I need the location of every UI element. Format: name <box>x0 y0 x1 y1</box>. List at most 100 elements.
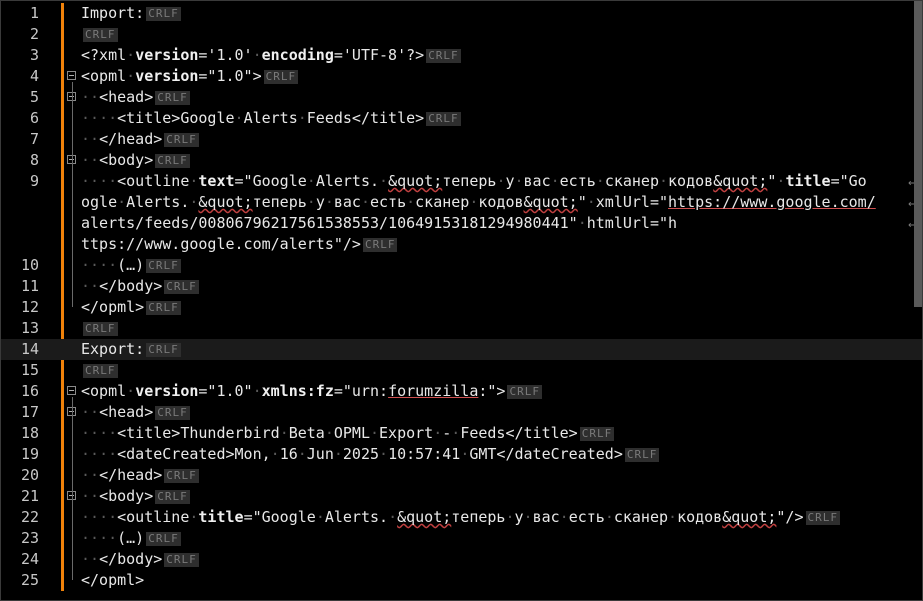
eol-marker: CRLF <box>426 112 461 126</box>
code-line[interactable]: 17 ··<head> CRLF <box>1 402 922 423</box>
code-text: ··<head> CRLF <box>81 403 190 421</box>
line-number: 24 <box>20 550 39 568</box>
code-line[interactable]: 5 ··<head> CRLF <box>1 87 922 108</box>
line-number: 5 <box>29 88 39 106</box>
eol-marker: CRLF <box>155 91 190 105</box>
fold-toggle-icon[interactable] <box>67 386 76 395</box>
line-number: 12 <box>20 298 39 316</box>
line-number: 22 <box>20 508 39 526</box>
line-number: 7 <box>29 130 39 148</box>
fold-guide <box>72 397 73 580</box>
code-line[interactable]: ogle·Alerts.·&quot;теперь·у·вас·есть·ска… <box>1 192 922 213</box>
code-text: ····(…) CRLF <box>81 256 181 274</box>
line-number: 11 <box>20 277 39 295</box>
eol-marker: CRLF <box>83 28 118 42</box>
line-number: 1 <box>29 4 39 22</box>
code-line[interactable]: ttps://www.google.com/alerts"/> CRLF <box>1 234 922 255</box>
code-text: CRLF <box>81 24 902 45</box>
line-number: 8 <box>29 151 39 169</box>
code-line[interactable]: 25 </opml> <box>1 570 922 591</box>
code-text: </opml> <box>81 571 145 589</box>
line-number: 19 <box>20 445 39 463</box>
code-line[interactable]: 15 CRLF <box>1 360 922 381</box>
line-number: 10 <box>20 256 39 274</box>
line-number: 21 <box>20 487 39 505</box>
line-number: 13 <box>20 319 39 337</box>
eol-marker: CRLF <box>146 301 181 315</box>
code-line[interactable]: 21 ··<body> CRLF <box>1 486 922 507</box>
code-line[interactable]: 4 <opml·version="1.0"> CRLF <box>1 66 922 87</box>
fold-toggle-icon[interactable] <box>67 71 76 80</box>
code-line[interactable]: 2 CRLF <box>1 24 922 45</box>
eol-marker: CRLF <box>164 469 199 483</box>
code-text: ····<outline·text="Google·Alerts.·&quot;… <box>81 172 867 190</box>
text-editor[interactable]: 1 Import: CRLF 2 CRLF 3 <?xml·version='1.0'·en… <box>0 0 923 601</box>
code-text: ··<body> CRLF <box>81 151 190 169</box>
eol-marker: CRLF <box>146 532 181 546</box>
code-text: <opml·version="1.0"> CRLF <box>81 67 299 85</box>
code-line[interactable]: 10 ····(…) CRLF <box>1 255 922 276</box>
code-line[interactable]: 20 ··</head> CRLF <box>1 465 922 486</box>
code-text: ····<title>Google·Alerts·Feeds</title> CR… <box>81 109 461 127</box>
eol-marker: CRLF <box>624 448 660 462</box>
code-line[interactable]: 9 ····<outline·text="Google·Alerts.·&quot… <box>1 171 922 192</box>
eol-marker: CRLF <box>146 259 181 273</box>
code-line[interactable]: 18 ····<title>Thunderbird·Beta·OPML·Expor… <box>1 423 922 444</box>
code-text: ··<head> CRLF <box>81 88 190 106</box>
code-line[interactable]: 16 <opml·version="1.0"·xmlns:fz="urn:foru… <box>1 381 922 402</box>
code-text: ····<outline·title="Google·Alerts.·&quot… <box>81 508 840 526</box>
eol-marker: CRLF <box>83 322 118 336</box>
code-line[interactable]: 8 ··<body> CRLF <box>1 150 922 171</box>
code-text: <?xml·version='1.0'·encoding='UTF-8'?> CR… <box>81 46 461 64</box>
line-number: 16 <box>20 382 39 400</box>
code-line[interactable]: alerts/feeds/00806796217561538553/106491… <box>1 213 922 234</box>
code-line[interactable]: 1 Import: CRLF <box>1 3 922 24</box>
code-text: ····(…) CRLF <box>81 529 181 547</box>
code-line[interactable]: 23 ····(…) CRLF <box>1 528 922 549</box>
code-line[interactable]: 6 ····<title>Google·Alerts·Feeds</title> C… <box>1 108 922 129</box>
eol-marker: CRLF <box>507 385 542 399</box>
line-number: 25 <box>20 571 39 589</box>
eol-marker: CRLF <box>164 553 199 567</box>
code-text: ····<dateCreated>Mon,·16·Jun·2025·10:57:… <box>81 445 660 463</box>
eol-marker: CRLF <box>263 70 299 84</box>
eol-marker: CRLF <box>579 427 615 441</box>
code-line[interactable]: 13 CRLF <box>1 318 922 339</box>
eol-marker: CRLF <box>146 343 181 357</box>
code-line[interactable]: 19 ····<dateCreated>Mon,·16·Jun·2025·10:5… <box>1 444 922 465</box>
line-number: 17 <box>20 403 39 421</box>
line-number: 6 <box>29 109 39 127</box>
code-line[interactable]: 11 ··</body> CRLF <box>1 276 922 297</box>
code-line[interactable]: 3 <?xml·version='1.0'·encoding='UTF-8'?> C… <box>1 45 922 66</box>
code-text: ··<body> CRLF <box>81 487 190 505</box>
code-text: ··</body> CRLF <box>81 550 199 568</box>
line-number: 9 <box>29 172 39 190</box>
eol-marker: CRLF <box>426 49 461 63</box>
eol-marker: CRLF <box>146 7 181 21</box>
code-line[interactable]: 7 ··</head> CRLF <box>1 129 922 150</box>
code-text: Import: CRLF <box>81 4 181 22</box>
eol-marker: CRLF <box>83 364 118 378</box>
line-number: 14 <box>20 340 39 358</box>
line-number: 20 <box>20 466 39 484</box>
eol-marker: CRLF <box>805 511 840 525</box>
line-number: 18 <box>20 424 39 442</box>
code-text: CRLF <box>81 318 902 339</box>
code-text: ttps://www.google.com/alerts"/> CRLF <box>81 235 398 253</box>
line-number: 2 <box>29 25 39 43</box>
eol-marker: CRLF <box>155 154 190 168</box>
line-number: 23 <box>20 529 39 547</box>
code-text: ··</head> CRLF <box>81 130 199 148</box>
eol-marker: CRLF <box>164 133 199 147</box>
fold-guide <box>72 82 73 307</box>
code-line[interactable]: 14 Export: CRLF <box>1 339 922 360</box>
code-text: ··</body> CRLF <box>81 277 199 295</box>
code-text: Export: CRLF <box>81 340 181 358</box>
code-line[interactable]: 12 </opml> CRLF <box>1 297 922 318</box>
vertical-scrollbar-thumb[interactable] <box>914 1 922 307</box>
code-line[interactable]: 24 ··</body> CRLF <box>1 549 922 570</box>
code-line[interactable]: 22 ····<outline·title="Google·Alerts.·&qu… <box>1 507 922 528</box>
code-text: ogle·Alerts.·&quot;теперь·у·вас·есть·ска… <box>81 193 876 211</box>
eol-marker: CRLF <box>155 490 190 504</box>
line-number: 4 <box>29 67 39 85</box>
